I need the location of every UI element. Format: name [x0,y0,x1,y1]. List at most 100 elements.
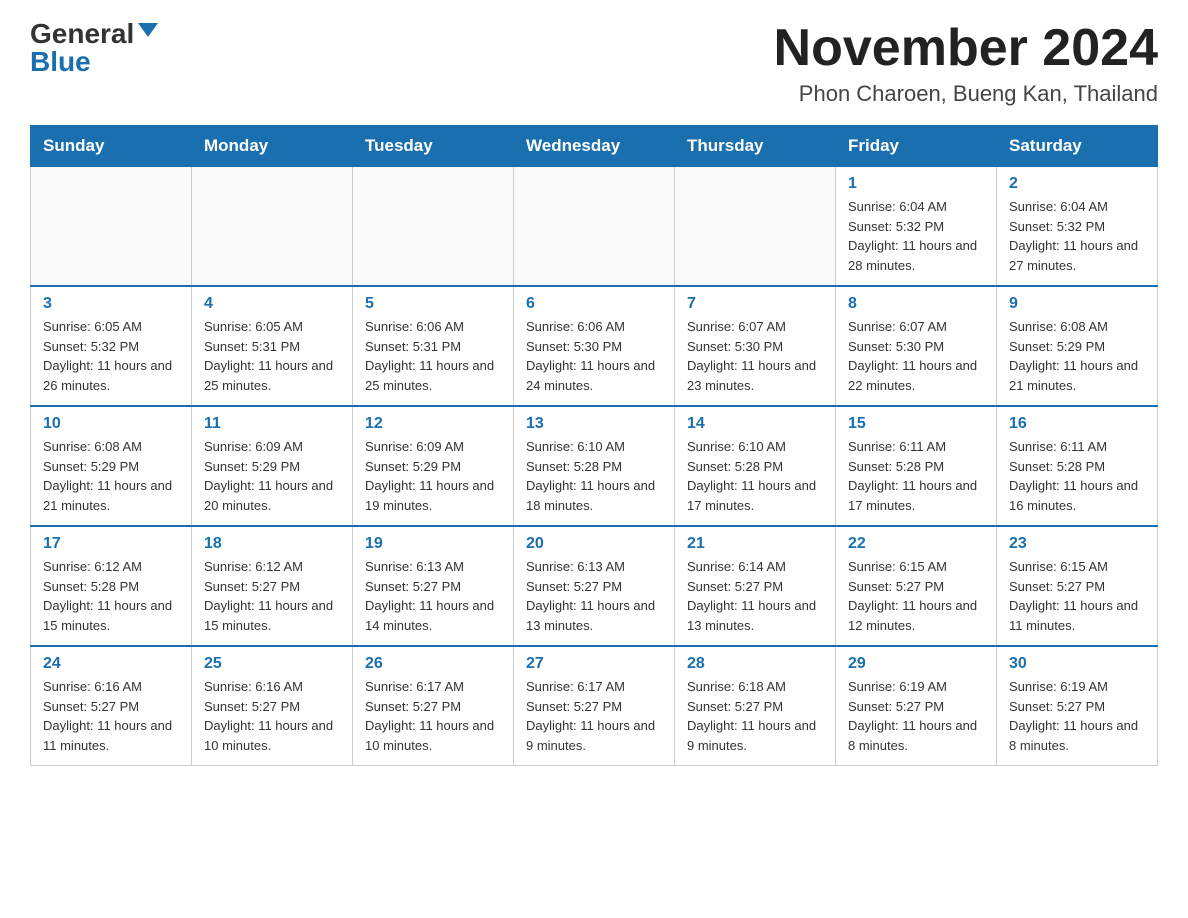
header-tuesday: Tuesday [353,126,514,167]
day-number: 14 [687,415,823,433]
day-info: Sunrise: 6:10 AM Sunset: 5:28 PM Dayligh… [526,437,662,515]
day-number: 30 [1009,655,1145,673]
day-info: Sunrise: 6:09 AM Sunset: 5:29 PM Dayligh… [365,437,501,515]
calendar-cell: 16 Sunrise: 6:11 AM Sunset: 5:28 PM Dayli… [997,406,1158,526]
calendar-cell: 9 Sunrise: 6:08 AM Sunset: 5:29 PM Daylig… [997,286,1158,406]
calendar-body: 1 Sunrise: 6:04 AM Sunset: 5:32 PM Daylig… [31,167,1158,766]
logo-general: General [30,20,134,48]
calendar-cell: 23 Sunrise: 6:15 AM Sunset: 5:27 PM Dayli… [997,526,1158,646]
week-row-1: 1 Sunrise: 6:04 AM Sunset: 5:32 PM Daylig… [31,167,1158,287]
calendar-cell: 12 Sunrise: 6:09 AM Sunset: 5:29 PM Dayli… [353,406,514,526]
day-number: 17 [43,535,179,553]
day-info: Sunrise: 6:06 AM Sunset: 5:31 PM Dayligh… [365,317,501,395]
calendar-table: SundayMondayTuesdayWednesdayThursdayFrid… [30,125,1158,766]
day-number: 10 [43,415,179,433]
calendar-cell [192,167,353,287]
week-row-2: 3 Sunrise: 6:05 AM Sunset: 5:32 PM Daylig… [31,286,1158,406]
header: General Blue November 2024 Phon Charoen,… [30,20,1158,107]
calendar-cell: 8 Sunrise: 6:07 AM Sunset: 5:30 PM Daylig… [836,286,997,406]
day-info: Sunrise: 6:12 AM Sunset: 5:27 PM Dayligh… [204,557,340,635]
calendar-cell: 6 Sunrise: 6:06 AM Sunset: 5:30 PM Daylig… [514,286,675,406]
day-number: 15 [848,415,984,433]
day-number: 16 [1009,415,1145,433]
day-info: Sunrise: 6:15 AM Sunset: 5:27 PM Dayligh… [1009,557,1145,635]
title-area: November 2024 Phon Charoen, Bueng Kan, T… [774,20,1158,107]
day-number: 21 [687,535,823,553]
day-info: Sunrise: 6:18 AM Sunset: 5:27 PM Dayligh… [687,677,823,755]
day-info: Sunrise: 6:07 AM Sunset: 5:30 PM Dayligh… [687,317,823,395]
day-number: 3 [43,295,179,313]
day-number: 11 [204,415,340,433]
day-info: Sunrise: 6:10 AM Sunset: 5:28 PM Dayligh… [687,437,823,515]
calendar-header: SundayMondayTuesdayWednesdayThursdayFrid… [31,126,1158,167]
calendar-cell: 3 Sunrise: 6:05 AM Sunset: 5:32 PM Daylig… [31,286,192,406]
day-info: Sunrise: 6:05 AM Sunset: 5:32 PM Dayligh… [43,317,179,395]
logo-triangle-icon [138,23,158,37]
day-info: Sunrise: 6:19 AM Sunset: 5:27 PM Dayligh… [1009,677,1145,755]
day-number: 13 [526,415,662,433]
day-info: Sunrise: 6:17 AM Sunset: 5:27 PM Dayligh… [526,677,662,755]
day-info: Sunrise: 6:04 AM Sunset: 5:32 PM Dayligh… [848,197,984,275]
day-info: Sunrise: 6:06 AM Sunset: 5:30 PM Dayligh… [526,317,662,395]
day-number: 23 [1009,535,1145,553]
week-row-3: 10 Sunrise: 6:08 AM Sunset: 5:29 PM Dayli… [31,406,1158,526]
day-info: Sunrise: 6:09 AM Sunset: 5:29 PM Dayligh… [204,437,340,515]
calendar-subtitle: Phon Charoen, Bueng Kan, Thailand [774,81,1158,107]
calendar-cell [514,167,675,287]
header-saturday: Saturday [997,126,1158,167]
day-number: 8 [848,295,984,313]
day-info: Sunrise: 6:11 AM Sunset: 5:28 PM Dayligh… [848,437,984,515]
calendar-cell: 5 Sunrise: 6:06 AM Sunset: 5:31 PM Daylig… [353,286,514,406]
calendar-cell [31,167,192,287]
day-info: Sunrise: 6:14 AM Sunset: 5:27 PM Dayligh… [687,557,823,635]
header-sunday: Sunday [31,126,192,167]
day-number: 6 [526,295,662,313]
day-info: Sunrise: 6:12 AM Sunset: 5:28 PM Dayligh… [43,557,179,635]
day-number: 28 [687,655,823,673]
calendar-title: November 2024 [774,20,1158,77]
day-number: 24 [43,655,179,673]
calendar-cell: 19 Sunrise: 6:13 AM Sunset: 5:27 PM Dayli… [353,526,514,646]
calendar-cell: 14 Sunrise: 6:10 AM Sunset: 5:28 PM Dayli… [675,406,836,526]
calendar-cell: 18Sunrise: 6:12 AM Sunset: 5:27 PM Dayli… [192,526,353,646]
day-info: Sunrise: 6:08 AM Sunset: 5:29 PM Dayligh… [43,437,179,515]
calendar-cell: 13 Sunrise: 6:10 AM Sunset: 5:28 PM Dayli… [514,406,675,526]
day-number: 20 [526,535,662,553]
header-thursday: Thursday [675,126,836,167]
calendar-cell [353,167,514,287]
logo: General Blue [30,20,158,76]
day-info: Sunrise: 6:07 AM Sunset: 5:30 PM Dayligh… [848,317,984,395]
day-info: Sunrise: 6:13 AM Sunset: 5:27 PM Dayligh… [365,557,501,635]
day-info: Sunrise: 6:15 AM Sunset: 5:27 PM Dayligh… [848,557,984,635]
day-number: 9 [1009,295,1145,313]
day-number: 4 [204,295,340,313]
day-info: Sunrise: 6:04 AM Sunset: 5:32 PM Dayligh… [1009,197,1145,275]
day-number: 5 [365,295,501,313]
day-info: Sunrise: 6:08 AM Sunset: 5:29 PM Dayligh… [1009,317,1145,395]
calendar-cell: 7 Sunrise: 6:07 AM Sunset: 5:30 PM Daylig… [675,286,836,406]
calendar-cell [675,167,836,287]
calendar-cell: 30 Sunrise: 6:19 AM Sunset: 5:27 PM Dayli… [997,646,1158,766]
day-info: Sunrise: 6:11 AM Sunset: 5:28 PM Dayligh… [1009,437,1145,515]
day-number: 26 [365,655,501,673]
calendar-cell: 21 Sunrise: 6:14 AM Sunset: 5:27 PM Dayli… [675,526,836,646]
calendar-cell: 2Sunrise: 6:04 AM Sunset: 5:32 PM Daylig… [997,167,1158,287]
day-info: Sunrise: 6:19 AM Sunset: 5:27 PM Dayligh… [848,677,984,755]
day-number: 1 [848,175,984,193]
calendar-cell: 29 Sunrise: 6:19 AM Sunset: 5:27 PM Dayli… [836,646,997,766]
calendar-cell: 22Sunrise: 6:15 AM Sunset: 5:27 PM Dayli… [836,526,997,646]
day-number: 7 [687,295,823,313]
day-number: 29 [848,655,984,673]
calendar-cell: 17 Sunrise: 6:12 AM Sunset: 5:28 PM Dayli… [31,526,192,646]
day-number: 12 [365,415,501,433]
header-wednesday: Wednesday [514,126,675,167]
day-info: Sunrise: 6:17 AM Sunset: 5:27 PM Dayligh… [365,677,501,755]
day-info: Sunrise: 6:16 AM Sunset: 5:27 PM Dayligh… [43,677,179,755]
calendar-cell: 26 Sunrise: 6:17 AM Sunset: 5:27 PM Dayli… [353,646,514,766]
week-row-5: 24 Sunrise: 6:16 AM Sunset: 5:27 PM Dayli… [31,646,1158,766]
logo-blue: Blue [30,48,91,76]
calendar-cell: 15 Sunrise: 6:11 AM Sunset: 5:28 PM Dayli… [836,406,997,526]
calendar-cell: 10 Sunrise: 6:08 AM Sunset: 5:29 PM Dayli… [31,406,192,526]
day-number: 19 [365,535,501,553]
day-info: Sunrise: 6:05 AM Sunset: 5:31 PM Dayligh… [204,317,340,395]
